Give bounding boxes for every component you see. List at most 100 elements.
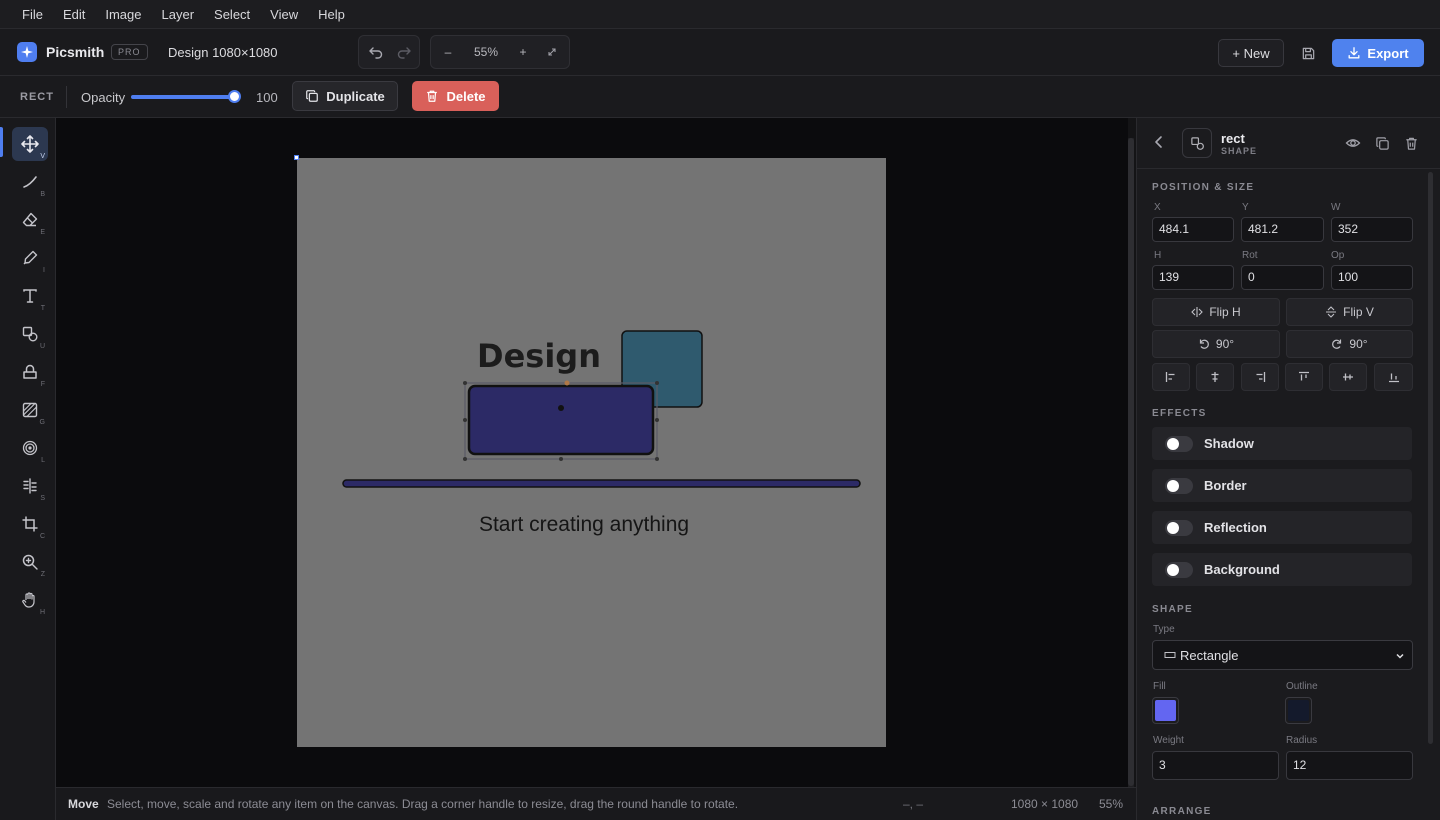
tool-key: F xyxy=(40,381,45,388)
menu-image[interactable]: Image xyxy=(95,0,151,29)
delete-layer-button[interactable] xyxy=(1401,133,1421,153)
resize-handle-ne[interactable] xyxy=(655,381,659,385)
duplicate-layer-button[interactable] xyxy=(1372,133,1392,153)
status-hint: Select, move, scale and rotate any item … xyxy=(107,797,739,811)
status-size: 1080 × 1080 xyxy=(1011,797,1079,811)
zoom-in-button[interactable]: + xyxy=(512,41,534,63)
weight-input[interactable]: 3 xyxy=(1152,751,1279,780)
opacity-slider-thumb[interactable] xyxy=(228,90,241,103)
document-title[interactable]: Design 1080×1080 xyxy=(168,45,278,60)
resize-handle-w[interactable] xyxy=(463,418,467,422)
fill-color-swatch[interactable] xyxy=(1152,697,1179,724)
back-button[interactable] xyxy=(1153,135,1165,149)
copy-icon xyxy=(1375,136,1389,150)
rotate-cw-button[interactable]: 90° xyxy=(1286,330,1413,358)
flip-h-button[interactable]: Flip H xyxy=(1152,298,1280,326)
resize-handle-sw[interactable] xyxy=(463,457,467,461)
menu-edit[interactable]: Edit xyxy=(53,0,95,29)
reflection-toggle[interactable] xyxy=(1165,519,1193,536)
align-center-h-button[interactable] xyxy=(1196,363,1234,391)
shape-type-select[interactable]: Rectangle xyxy=(1152,640,1413,670)
delete-button[interactable]: Delete xyxy=(412,81,499,111)
new-button[interactable]: + New xyxy=(1218,39,1284,67)
effect-border[interactable]: Border xyxy=(1152,469,1412,502)
rotation-input[interactable]: 0 xyxy=(1241,265,1324,290)
redo-icon xyxy=(397,47,411,59)
save-button[interactable] xyxy=(1296,39,1320,67)
opacity-slider-track[interactable] xyxy=(131,95,235,99)
download-icon xyxy=(1348,47,1360,59)
effect-shadow[interactable]: Shadow xyxy=(1152,427,1412,460)
align-middle-button[interactable] xyxy=(1329,363,1367,391)
panel-scrollbar[interactable] xyxy=(1428,172,1433,744)
resize-handle-s[interactable] xyxy=(559,457,563,461)
resize-handle-e[interactable] xyxy=(655,418,659,422)
duplicate-button[interactable]: Duplicate xyxy=(292,81,398,111)
menu-layer[interactable]: Layer xyxy=(152,0,205,29)
border-toggle[interactable] xyxy=(1165,477,1193,494)
menu-view[interactable]: View xyxy=(260,0,308,29)
gradient-icon xyxy=(22,402,38,418)
align-top-button[interactable] xyxy=(1285,363,1323,391)
tool-gradient[interactable]: G xyxy=(12,393,48,427)
undo-button[interactable] xyxy=(363,40,389,64)
expand-icon xyxy=(548,48,556,56)
tool-blur[interactable]: L xyxy=(12,431,48,465)
align-left-button[interactable] xyxy=(1152,363,1190,391)
copy-icon xyxy=(306,90,319,102)
resize-handle-nw[interactable] xyxy=(463,381,467,385)
zoom-out-button[interactable]: – xyxy=(437,41,459,63)
rotate-cw-label: 90° xyxy=(1349,337,1368,351)
duplicate-label: Duplicate xyxy=(326,88,385,104)
h-input[interactable]: 139 xyxy=(1152,265,1234,290)
effect-reflection[interactable]: Reflection xyxy=(1152,511,1412,544)
rotate-handle[interactable] xyxy=(564,380,570,386)
export-button[interactable]: Export xyxy=(1332,39,1424,67)
tool-split[interactable]: S xyxy=(12,469,48,503)
blur-icon xyxy=(22,440,38,456)
background-toggle[interactable] xyxy=(1165,561,1193,578)
tool-crop[interactable]: C xyxy=(12,507,48,541)
rotate-ccw-label: 90° xyxy=(1215,337,1235,351)
x-input[interactable]: 484.1 xyxy=(1152,217,1234,242)
rotate-ccw-button[interactable]: 90° xyxy=(1152,330,1280,358)
effect-background[interactable]: Background xyxy=(1152,553,1412,586)
fit-button[interactable] xyxy=(541,41,563,63)
chevron-down-icon xyxy=(1396,653,1404,659)
app-header: Picsmith PRO Design 1080×1080 – 55% + + … xyxy=(0,29,1440,76)
tool-move[interactable]: V xyxy=(12,127,48,161)
outline-color-swatch[interactable] xyxy=(1285,697,1312,724)
align-bottom-button[interactable] xyxy=(1374,363,1413,391)
selected-rect[interactable] xyxy=(467,384,655,456)
radius-input[interactable]: 12 xyxy=(1286,751,1413,780)
shadow-toggle[interactable] xyxy=(1165,435,1193,452)
menu-select[interactable]: Select xyxy=(204,0,260,29)
tool-text[interactable]: T xyxy=(12,279,48,313)
horizontal-bar[interactable] xyxy=(342,479,861,488)
align-top-icon xyxy=(1299,371,1309,381)
redo-button[interactable] xyxy=(391,40,417,64)
canvas-scrollbar-thumb[interactable] xyxy=(1128,138,1134,786)
pro-badge: PRO xyxy=(111,44,148,60)
resize-handle-se[interactable] xyxy=(655,457,659,461)
outline-label: Outline xyxy=(1286,681,1318,692)
w-input[interactable]: 352 xyxy=(1331,217,1413,242)
rectangle-icon xyxy=(1164,652,1176,658)
visibility-button[interactable] xyxy=(1343,133,1363,153)
zoom-level[interactable]: 55% xyxy=(467,41,505,63)
tool-eraser[interactable]: E xyxy=(12,203,48,237)
tool-zoom[interactable]: Z xyxy=(12,545,48,579)
status-bar: Move Select, move, scale and rotate any … xyxy=(56,787,1136,820)
y-input[interactable]: 481.2 xyxy=(1241,217,1324,242)
menu-file[interactable]: File xyxy=(12,0,53,29)
tool-hand[interactable]: H xyxy=(12,583,48,617)
tool-shape[interactable]: U xyxy=(12,317,48,351)
menu-help[interactable]: Help xyxy=(308,0,355,29)
flip-v-button[interactable]: Flip V xyxy=(1286,298,1413,326)
tool-line[interactable]: B xyxy=(12,165,48,199)
align-center-vertical-icon xyxy=(1343,373,1353,381)
align-right-button[interactable] xyxy=(1241,363,1279,391)
tool-picker[interactable]: I xyxy=(12,241,48,275)
tool-fill[interactable]: F xyxy=(12,355,48,389)
opacity-input[interactable]: 100 xyxy=(1331,265,1413,290)
